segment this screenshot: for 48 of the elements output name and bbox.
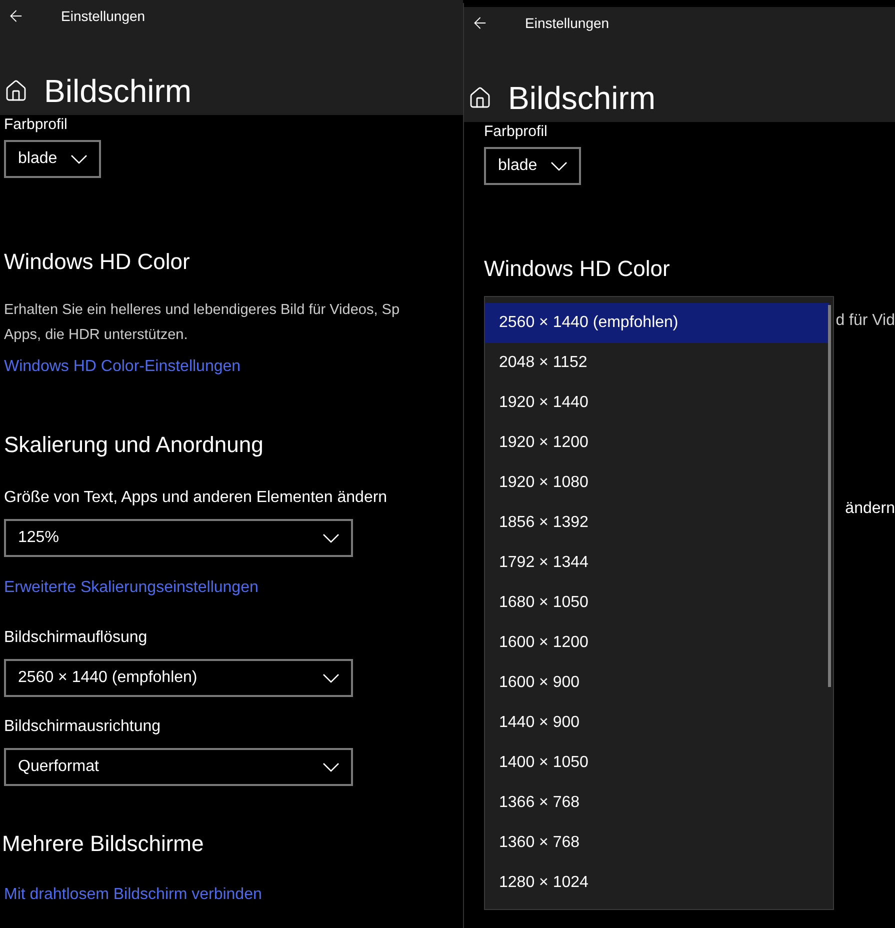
resolution-option[interactable]: 1440 × 900 [485,703,829,743]
resolution-option[interactable]: 1792 × 1344 [485,543,829,583]
page-title: Bildschirm [508,79,656,117]
resolution-option[interactable]: 2048 × 1152 [485,343,829,383]
field-label: Bildschirmauflösung [4,628,148,648]
description-text: Apps, die HDR unterstützen. [4,326,189,345]
chevron-icon [323,534,339,542]
resolution-option[interactable]: 1856 × 1392 [485,503,829,543]
page-title: Bildschirm [44,72,192,110]
dropdown[interactable]: 2560 × 1440 (empfohlen) [4,659,353,697]
home-icon[interactable] [4,79,28,103]
dropdown[interactable]: blade [484,147,581,185]
resolution-option[interactable]: 1280 × 1024 [485,863,829,903]
chevron-icon [323,762,339,772]
chevron-icon [323,674,339,682]
scrollbar[interactable] [828,305,831,687]
partial-text: ändern [845,499,895,519]
resolution-option[interactable]: 1920 × 1080 [485,463,829,503]
window-title: Einstellungen [61,6,146,26]
home-icon[interactable] [468,86,492,110]
hd-color-link[interactable]: Windows HD Color-Einstellungen [4,355,241,379]
window-title: Einstellungen [525,14,610,33]
scaling-link[interactable]: Erweiterte Skalierungseinstellungen [4,576,258,600]
resolution-option[interactable]: 1600 × 1200 [485,623,829,663]
field-label: Bildschirmausrichtung [4,717,161,737]
partial-text: d für Vid [836,311,895,331]
chevron-icon [71,154,88,164]
resolution-option[interactable]: 1360 × 768 [485,823,829,863]
field-label: Größe von Text, Apps und anderen Elementen ändern [4,488,388,508]
resolution-option[interactable]: 1600 × 900 [485,663,829,703]
section-heading: Skalierung und Anordnung [4,431,264,459]
chevron-icon [551,162,568,170]
field-label: Farbprofil [484,123,548,141]
resolution-option[interactable]: 1920 × 1440 [485,383,829,423]
resolution-option[interactable]: 1366 × 768 [485,783,829,823]
resolution-option[interactable]: 2560 × 1440 (empfohlen) [485,303,829,343]
resolution-option[interactable]: 1680 × 1050 [485,583,829,623]
section-heading: Mehrere Bildschirme [2,830,204,858]
field-label: Farbprofil [4,116,68,134]
resolution-option[interactable]: 1920 × 1200 [485,423,829,463]
dropdown[interactable]: 125% [4,519,353,557]
dropdown[interactable]: blade [4,140,101,178]
resolution-option[interactable]: 1400 × 1050 [485,743,829,783]
section-heading: Windows HD Color [484,255,670,283]
dropdown[interactable]: Querformat [4,748,353,786]
section-heading: Windows HD Color [4,248,190,276]
wireless-display-link[interactable]: Mit drahtlosem Bildschirm verbinden [4,883,262,907]
description-text: Erhalten Sie ein helleres und lebendigeres Bild für Videos, Sp [4,301,400,320]
